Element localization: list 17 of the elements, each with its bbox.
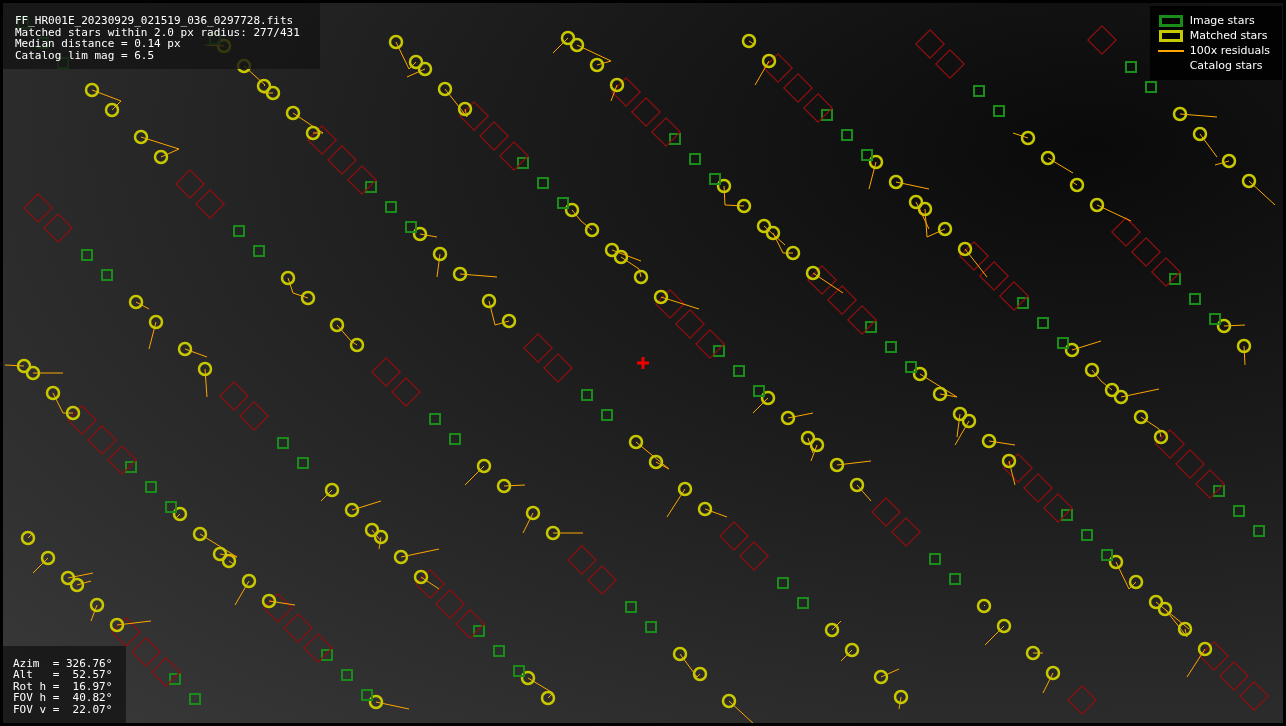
info-text: Rot h = 16.97°: [13, 680, 113, 692]
legend-label: 100x residuals: [1189, 44, 1270, 57]
legend-label: Image stars: [1189, 14, 1256, 27]
center-cross-icon: [635, 355, 651, 371]
info-text: Catalog lim mag = 6.5: [15, 49, 156, 61]
legend-label: Catalog stars: [1189, 59, 1264, 72]
info-text: Median distance = 0.14 px: [15, 38, 181, 50]
info-text: Matched stars within 2.0 px radius: 277/431: [15, 26, 300, 38]
info-text: Alt = 52.57°: [13, 669, 113, 681]
info-text: FF_HR001E_20230929_021519_036_0297728.fits: [15, 15, 295, 27]
legend-line-icon: [1157, 49, 1184, 52]
legend-box-icon: [1158, 14, 1183, 27]
legend-box-icon: [1158, 29, 1183, 42]
info-text: FOV v = 22.07°: [13, 703, 113, 715]
legend-label: Matched stars: [1189, 29, 1269, 42]
info-text: FOV h = 40.82°: [13, 692, 113, 704]
info-text: Azim = 326.76°: [13, 657, 113, 669]
